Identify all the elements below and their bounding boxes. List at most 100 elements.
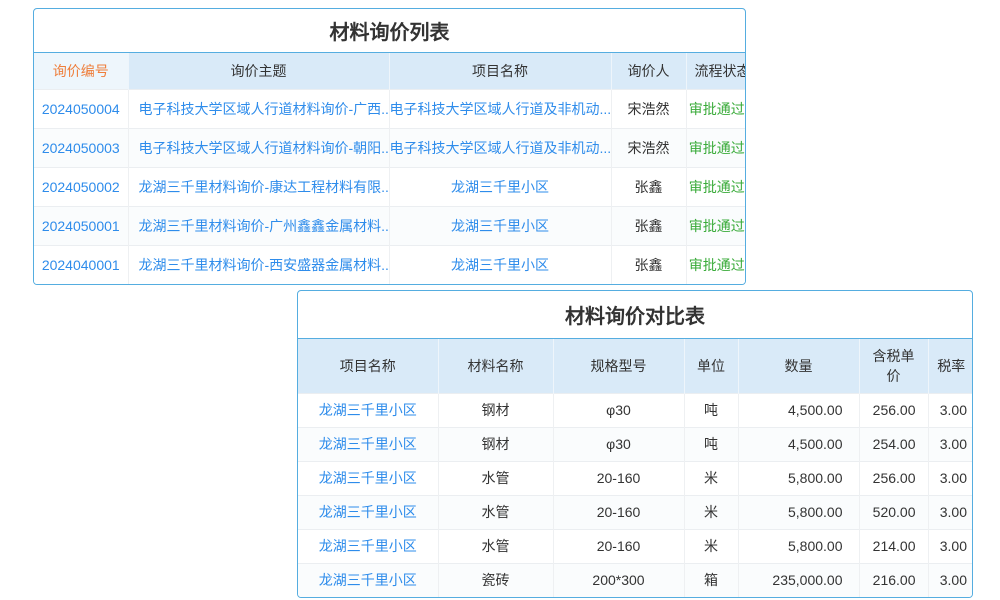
table-cell: 3.00 (928, 495, 973, 529)
table-cell: 2024040001 (34, 245, 128, 284)
table-cell: 审批通过 (686, 89, 746, 128)
cell-link[interactable]: 龙湖三千里小区 (319, 504, 417, 520)
cell-link[interactable]: 龙湖三千里小区 (451, 179, 549, 195)
table-cell: 2024050001 (34, 206, 128, 245)
table-cell: 张鑫 (611, 245, 686, 284)
status-link[interactable]: 审批通过 (689, 218, 745, 234)
table-cell: 5,800.00 (738, 461, 859, 495)
column-header-6: 含税单价 (859, 339, 928, 393)
table-cell: 龙湖三千里材料询价-广州鑫鑫金属材料... (128, 206, 389, 245)
table-cell: 龙湖三千里小区 (298, 529, 438, 563)
table-cell: 3.00 (928, 563, 973, 597)
table-row: 龙湖三千里小区瓷砖200*300箱235,000.00216.003.00 (298, 563, 973, 597)
column-header-4: 询价人 (611, 53, 686, 89)
table-cell: 钢材 (438, 427, 553, 461)
cell-link[interactable]: 电子科技大学区域人行道材料询价-朝阳... (139, 140, 390, 156)
table-cell: 瓷砖 (438, 563, 553, 597)
table-cell: 4,500.00 (738, 427, 859, 461)
column-header-3: 项目名称 (389, 53, 611, 89)
table-cell: 5,800.00 (738, 529, 859, 563)
cell-link[interactable]: 电子科技大学区域人行道及非机动... (390, 101, 612, 117)
cell-link[interactable]: 2024050003 (42, 140, 120, 156)
table-cell: 龙湖三千里小区 (298, 495, 438, 529)
table-cell: 3.00 (928, 427, 973, 461)
table-row: 2024050001 龙湖三千里材料询价-广州鑫鑫金属材料... 龙湖三千里小区 张鑫… (34, 206, 746, 245)
status-link[interactable]: 审批通过 (689, 179, 745, 195)
table-cell: 水管 (438, 461, 553, 495)
table-cell: 龙湖三千里材料询价-康达工程材料有限... (128, 167, 389, 206)
comparison-header-row: 项目名称材料名称规格型号单位数量含税单价税率 (298, 339, 973, 393)
page: 材料询价列表 询价编号询价主题项目名称询价人流程状态 2024050004电子科… (0, 0, 1000, 600)
table-cell: 龙湖三千里小区 (298, 427, 438, 461)
table-cell: 张鑫 (611, 206, 686, 245)
cell-link[interactable]: 龙湖三千里小区 (319, 538, 417, 554)
inquiry-list-table: 询价编号询价主题项目名称询价人流程状态 2024050004电子科技大学区域人行… (34, 53, 746, 284)
table-cell: 水管 (438, 529, 553, 563)
table-cell: 审批通过 (686, 167, 746, 206)
table-cell: 3.00 (928, 461, 973, 495)
table-cell: 龙湖三千里材料询价-西安盛器金属材料... (128, 245, 389, 284)
table-cell: 20-160 (553, 529, 684, 563)
table-cell: 龙湖三千里小区 (389, 167, 611, 206)
table-cell: 审批通过 (686, 245, 746, 284)
cell-link[interactable]: 龙湖三千里小区 (451, 257, 549, 273)
table-row: 2024050002龙湖三千里材料询价-康达工程材料有限...龙湖三千里小区张鑫… (34, 167, 746, 206)
cell-link[interactable]: 2024050004 (42, 101, 120, 117)
table-cell: 3.00 (928, 393, 973, 427)
status-link[interactable]: 审批通过 (689, 101, 745, 117)
table-cell: 214.00 (859, 529, 928, 563)
cell-link[interactable]: 2024050002 (42, 179, 120, 195)
table-cell: 5,800.00 (738, 495, 859, 529)
table-cell: φ30 (553, 427, 684, 461)
cell-link[interactable]: 2024050001 (42, 218, 120, 234)
column-header-7: 税率 (928, 339, 973, 393)
table-cell: 520.00 (859, 495, 928, 529)
column-header-5: 流程状态 (686, 53, 746, 89)
cell-link[interactable]: 电子科技大学区域人行道材料询价-广西... (139, 101, 390, 117)
table-cell: 宋浩然 (611, 128, 686, 167)
table-cell: 宋浩然 (611, 89, 686, 128)
table-cell: 米 (684, 461, 738, 495)
material-comparison-card: 材料询价对比表 项目名称材料名称规格型号单位数量含税单价税率 龙湖三千里小区钢材… (297, 290, 973, 598)
table-cell: 米 (684, 495, 738, 529)
column-header-1: 项目名称 (298, 339, 438, 393)
column-header-5: 数量 (738, 339, 859, 393)
cell-link[interactable]: 龙湖三千里小区 (319, 436, 417, 452)
cell-link[interactable]: 龙湖三千里小区 (319, 402, 417, 418)
table-row: 2024050003 电子科技大学区域人行道材料询价-朝阳...电子科技大学区域人… (34, 128, 746, 167)
cell-link[interactable]: 龙湖三千里小区 (451, 218, 549, 234)
table-cell: 电子科技大学区域人行道材料询价-朝阳... (128, 128, 389, 167)
cell-link[interactable]: 龙湖三千里小区 (319, 470, 417, 486)
table-cell: 吨 (684, 427, 738, 461)
table-cell: 龙湖三千里小区 (298, 393, 438, 427)
table-cell: 龙湖三千里小区 (298, 461, 438, 495)
table-cell: 审批通过 (686, 206, 746, 245)
table-row: 2024040001 龙湖三千里材料询价-西安盛器金属材料... 龙湖三千里小区 张鑫… (34, 245, 746, 284)
table-cell: 电子科技大学区域人行道及非机动... (389, 89, 611, 128)
status-link[interactable]: 审批通过 (689, 140, 745, 156)
cell-link[interactable]: 电子科技大学区域人行道及非机动... (390, 140, 612, 156)
table-cell: 3.00 (928, 529, 973, 563)
material-inquiry-list-card: 材料询价列表 询价编号询价主题项目名称询价人流程状态 2024050004电子科… (33, 8, 746, 285)
inquiry-list-title: 材料询价列表 (34, 9, 745, 53)
table-cell: 吨 (684, 393, 738, 427)
table-cell: 2024050003 (34, 128, 128, 167)
table-cell: 256.00 (859, 393, 928, 427)
status-link[interactable]: 审批通过 (689, 257, 745, 273)
table-row: 2024050004 电子科技大学区域人行道材料询价-广西...电子科技大学区域人… (34, 89, 746, 128)
table-row: 龙湖三千里小区水管20-160米5,800.00520.003.00 (298, 495, 973, 529)
table-cell: 4,500.00 (738, 393, 859, 427)
cell-link[interactable]: 龙湖三千里材料询价-康达工程材料有限... (139, 179, 390, 195)
table-cell: 龙湖三千里小区 (389, 206, 611, 245)
table-cell: 235,000.00 (738, 563, 859, 597)
cell-link[interactable]: 龙湖三千里小区 (319, 572, 417, 588)
table-cell: 米 (684, 529, 738, 563)
table-cell: 箱 (684, 563, 738, 597)
cell-link[interactable]: 龙湖三千里材料询价-广州鑫鑫金属材料... (139, 218, 390, 234)
cell-link[interactable]: 2024040001 (42, 257, 120, 273)
table-cell: 20-160 (553, 495, 684, 529)
cell-link[interactable]: 龙湖三千里材料询价-西安盛器金属材料... (139, 257, 390, 273)
table-cell: 2024050004 (34, 89, 128, 128)
table-cell: φ30 (553, 393, 684, 427)
table-row: 龙湖三千里小区钢材φ30吨4,500.00256.003.00 (298, 393, 973, 427)
